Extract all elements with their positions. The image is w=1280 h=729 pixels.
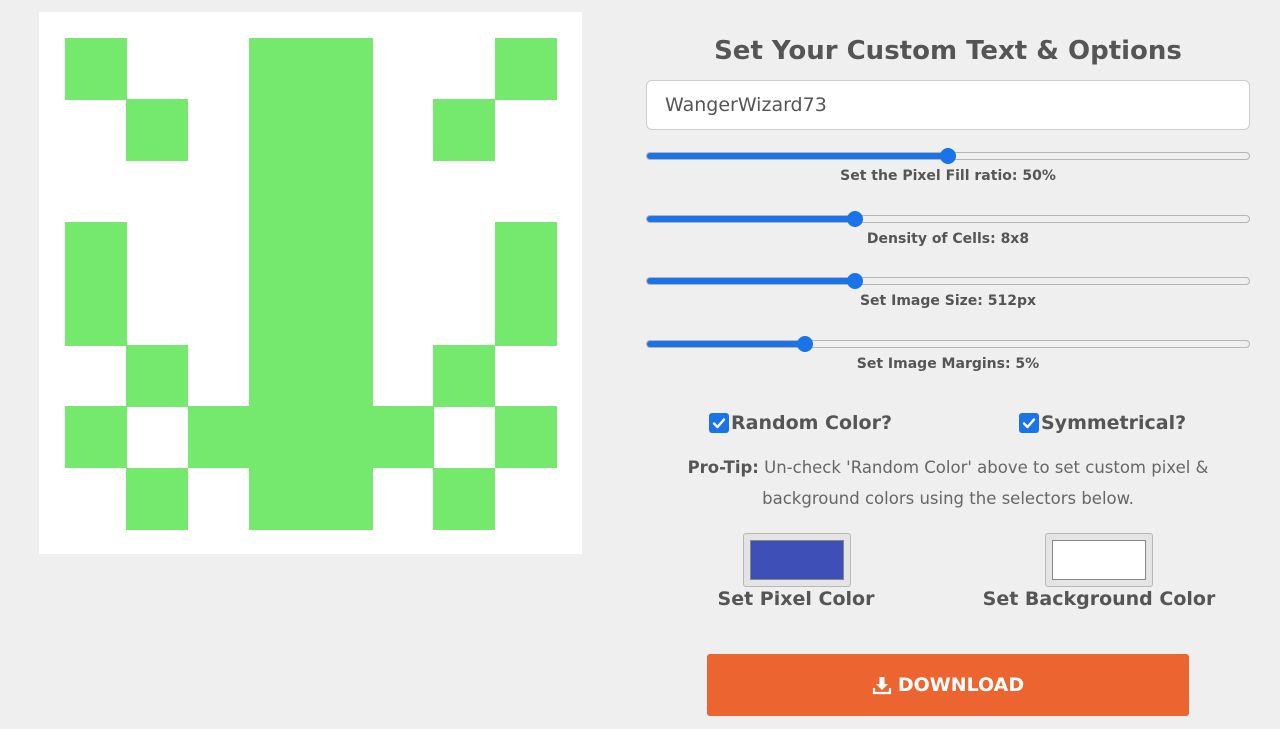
pixel-cell [310,99,373,162]
pixel-cell [65,38,127,100]
pixel-cell [65,283,127,346]
download-button[interactable]: DOWNLOAD [707,654,1189,716]
pixel-cell [249,345,312,407]
pixel-cell [249,406,312,469]
random-color-label[interactable]: Random Color? [731,412,892,434]
background-color-swatch[interactable] [1052,540,1146,580]
pixel-cell [249,222,312,285]
random-color-option[interactable]: Random Color? [709,411,892,435]
pixel-cell [494,406,557,469]
pixel-cell [249,467,312,530]
pixel-cell [372,406,434,469]
image-size-slider[interactable] [646,273,1250,289]
pixel-cell [65,406,127,469]
pro-tip-prefix: Pro-Tip: [687,458,759,477]
pro-tip-line2: background colors using the selectors be… [762,489,1134,508]
pixel-cell [126,345,189,407]
pixel-cell [310,160,373,223]
cell-density-label: Density of Cells: 8x8 [866,231,1030,247]
pixel-cell [310,222,373,285]
pixel-color-label: Set Pixel Color [717,588,875,610]
random-color-checkbox[interactable] [709,413,729,433]
pixel-color-swatch[interactable] [750,540,844,580]
background-color-label: Set Background Color [982,588,1216,610]
pixel-cell [249,99,312,162]
symmetrical-option[interactable]: Symmetrical? [1019,411,1186,435]
download-icon [872,677,891,695]
cell-density-slider[interactable] [646,211,1250,227]
pixel-color-picker[interactable] [743,533,851,587]
pixel-cell [433,345,496,407]
download-label[interactable]: DOWNLOAD [898,674,1024,696]
pixel-cell [310,467,373,530]
pixel-cell [310,38,373,100]
pixel-cell [494,222,557,285]
pixel-cell [494,38,557,100]
pro-tip-line1: Un-check 'Random Color' above to set cus… [764,458,1209,477]
pixel-cell [126,467,189,530]
pixel-cell [187,406,250,469]
image-margins-label: Set Image Margins: 5% [856,356,1040,372]
checkmark-icon [712,418,726,429]
pixel-cell [310,283,373,346]
identicon-preview [39,12,582,554]
image-size-label: Set Image Size: 512px [859,293,1037,309]
pixel-cell [249,160,312,223]
background-color-picker[interactable] [1045,533,1153,587]
slider-thumb[interactable] [846,273,863,289]
pro-tip: Pro-Tip: Un-check 'Random Color' above t… [646,452,1250,514]
pixel-cell [494,283,557,346]
slider-thumb[interactable] [940,148,956,164]
slider-thumb[interactable] [796,336,813,352]
pixel-cell [310,345,373,407]
pixel-cell [249,283,312,346]
pixel-cell [310,406,373,469]
pixel-cell [433,467,496,530]
fill-ratio-label: Set the Pixel Fill ratio: 50% [840,168,1056,184]
custom-text-input[interactable] [646,80,1250,130]
pixel-cell [433,99,496,162]
panel-title: Set Your Custom Text & Options [714,36,1182,66]
checkmark-icon [1022,418,1036,429]
options-panel: Set Your Custom Text & Options Set the P… [646,0,1250,729]
pixel-cell [126,99,189,162]
fill-ratio-slider[interactable] [646,148,1250,164]
image-margins-slider[interactable] [646,336,1250,352]
symmetrical-checkbox[interactable] [1019,413,1039,433]
pixel-cell [249,38,312,100]
pixel-cell [65,222,127,285]
slider-thumb[interactable] [846,211,863,227]
symmetrical-label[interactable]: Symmetrical? [1041,412,1186,434]
